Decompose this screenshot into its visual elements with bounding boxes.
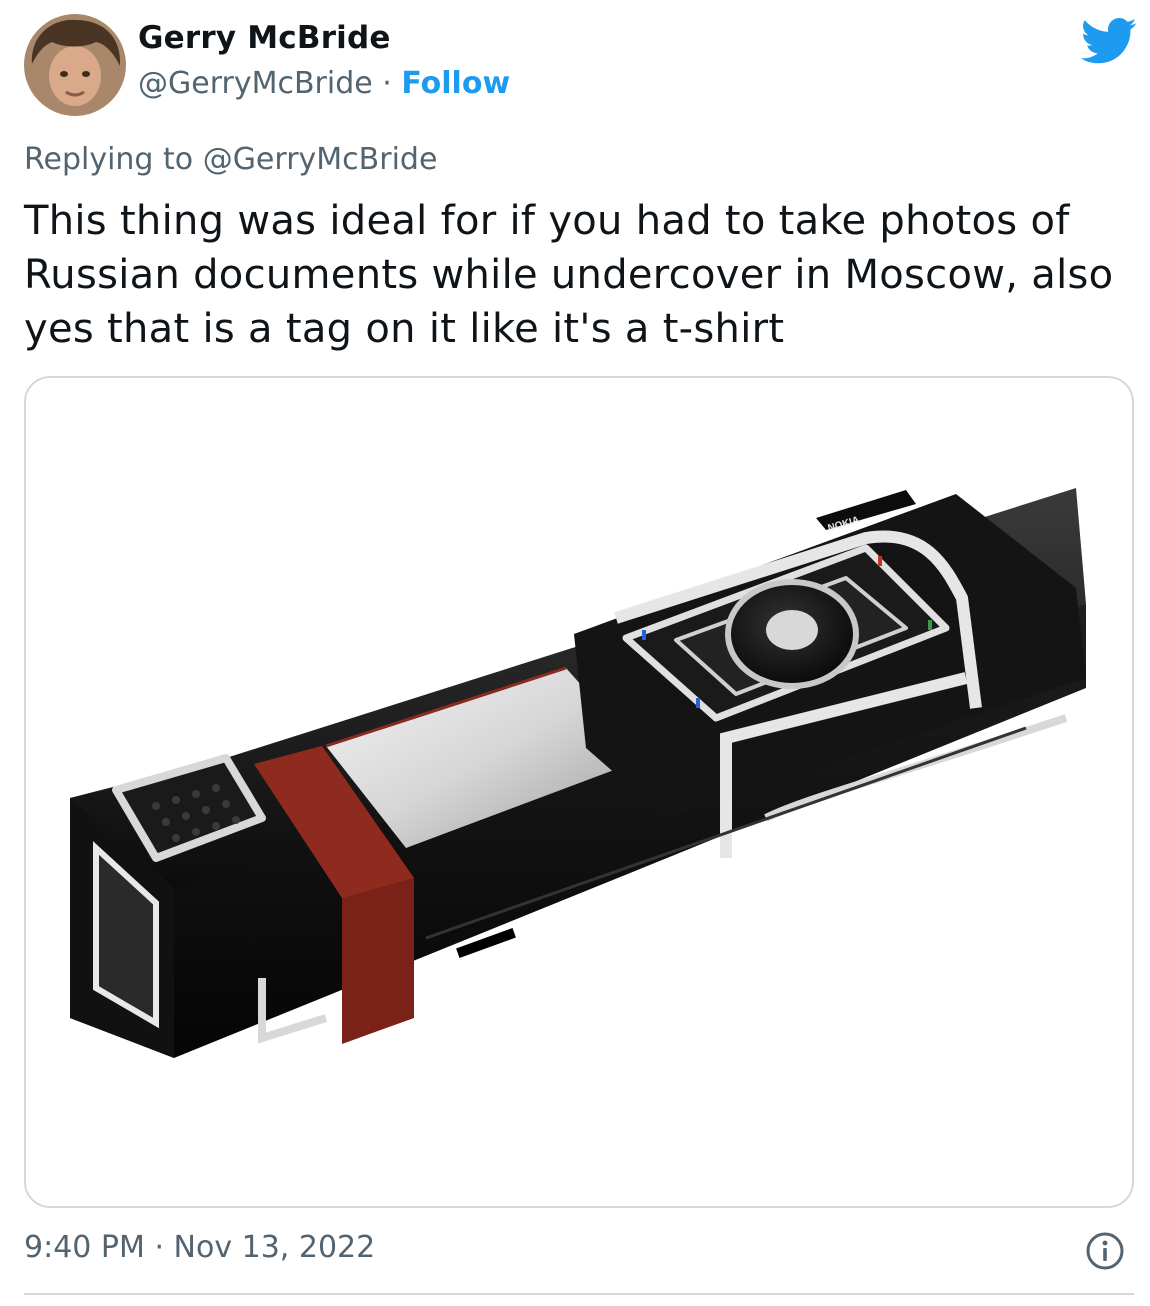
- replying-to-line: Replying to @GerryMcBride: [24, 142, 437, 177]
- author-handle-row: @GerryMcBride · Follow: [138, 66, 510, 101]
- tweet-media[interactable]: NOKIA: [24, 376, 1134, 1208]
- avatar-image: [24, 14, 126, 116]
- twitter-bird-icon[interactable]: [1080, 18, 1138, 64]
- handle-separator: ·: [382, 66, 392, 101]
- replying-to-prefix: Replying to: [24, 142, 194, 177]
- info-circle-icon[interactable]: [1084, 1230, 1126, 1272]
- avatar[interactable]: [24, 14, 126, 116]
- timestamp-separator: ·: [154, 1230, 164, 1265]
- tweet-time: 9:40 PM: [24, 1230, 145, 1265]
- phone-image: NOKIA: [70, 488, 1086, 1058]
- follow-button[interactable]: Follow: [401, 66, 510, 101]
- author-handle[interactable]: @GerryMcBride: [138, 66, 373, 101]
- reply-mention-link[interactable]: @GerryMcBride: [203, 142, 438, 177]
- tweet-date: Nov 13, 2022: [173, 1230, 376, 1265]
- author-name[interactable]: Gerry McBride: [138, 20, 391, 56]
- tweet-timestamp[interactable]: 9:40 PM · Nov 13, 2022: [24, 1230, 375, 1265]
- tweet-text: This thing was ideal for if you had to t…: [24, 198, 1114, 352]
- divider: [24, 1293, 1134, 1295]
